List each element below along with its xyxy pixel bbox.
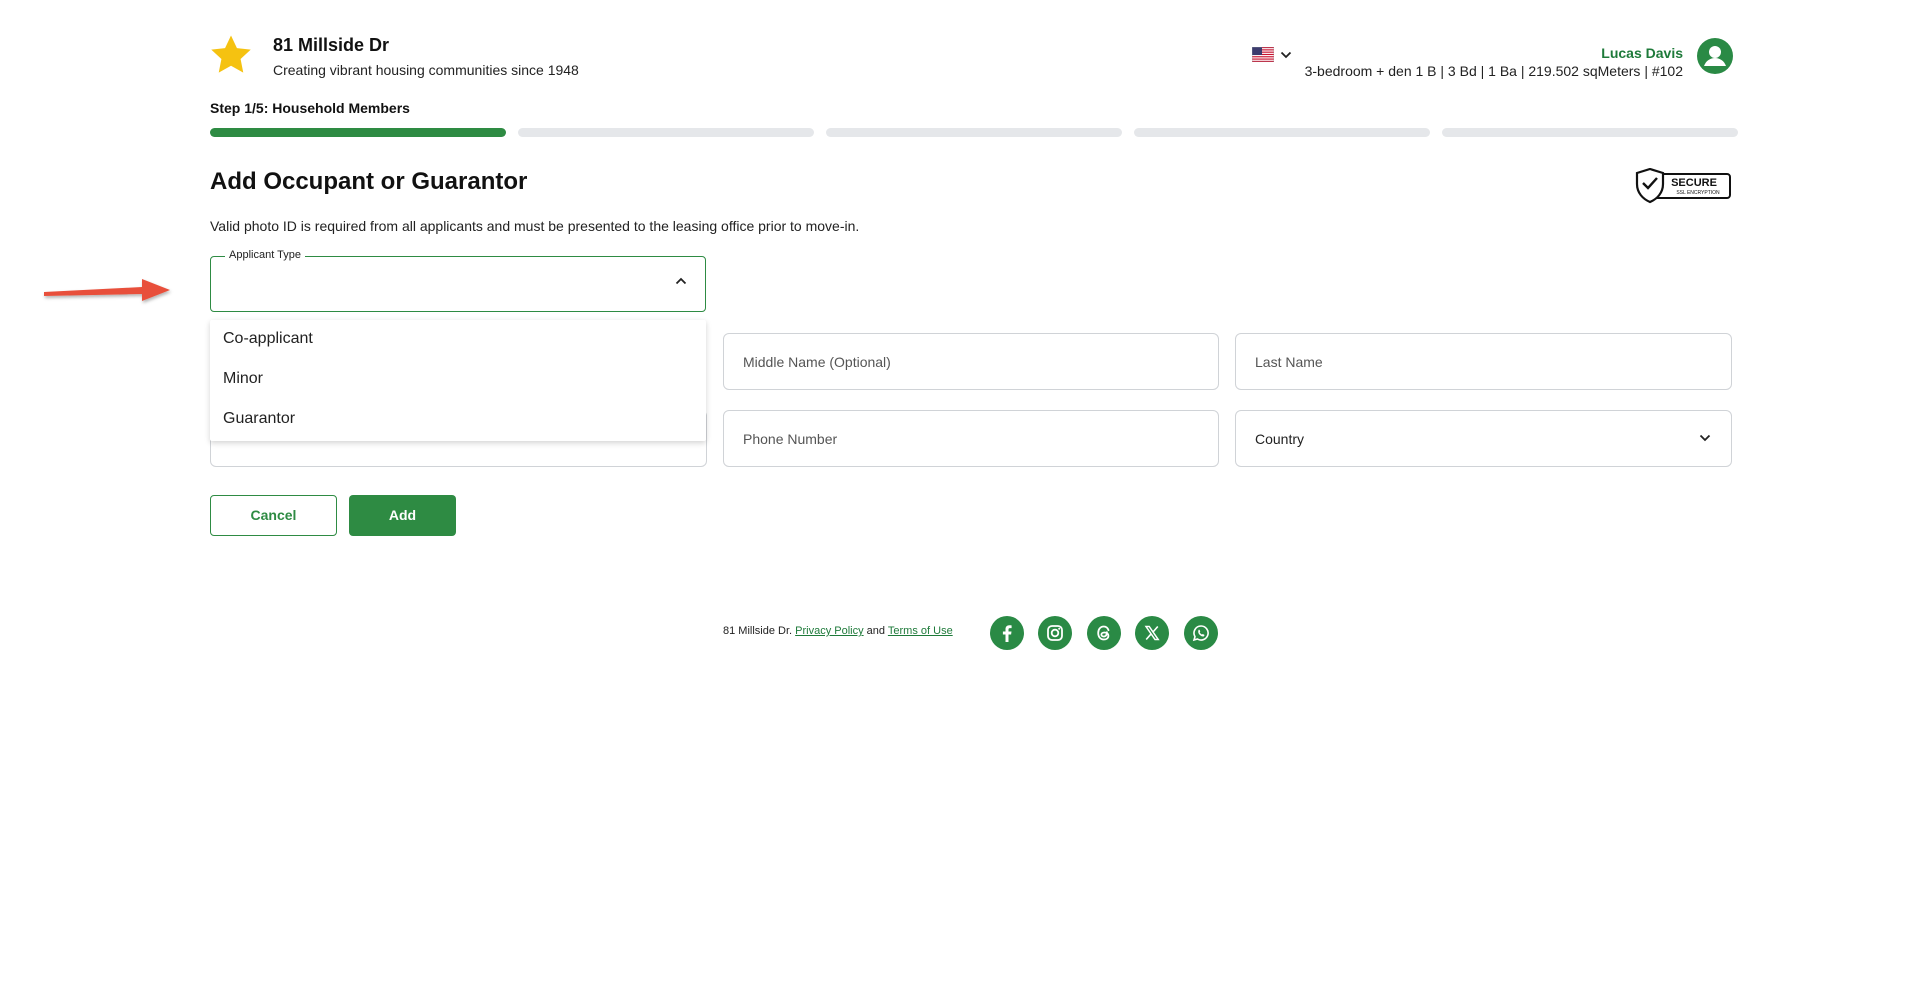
menu-item-minor[interactable]: Minor	[210, 360, 706, 400]
middle-name-input[interactable]: Middle Name (Optional)	[723, 333, 1219, 390]
page-title: Add Occupant or Guarantor	[210, 168, 528, 195]
secure-badge-subtext: SSL ENCRYPTION	[1676, 190, 1720, 196]
applicant-type-label: Applicant Type	[225, 249, 305, 261]
progress-segment-4	[1134, 128, 1430, 137]
instagram-link[interactable]	[1038, 616, 1072, 650]
applicant-type-select[interactable]: Applicant Type	[210, 249, 706, 312]
chevron-down-icon	[1280, 51, 1292, 58]
user-name[interactable]: Lucas Davis	[1601, 45, 1683, 61]
step-progress-bar	[210, 128, 1738, 137]
terms-of-use-link[interactable]: Terms of Use	[888, 625, 953, 637]
us-flag-icon	[1252, 47, 1274, 62]
threads-link[interactable]	[1087, 616, 1121, 650]
progress-segment-1	[210, 128, 506, 137]
chevron-up-icon	[675, 277, 687, 285]
last-name-placeholder: Last Name	[1255, 354, 1323, 370]
photo-id-notice: Valid photo ID is required from all appl…	[210, 218, 860, 234]
menu-item-guarantor[interactable]: Guarantor	[210, 400, 706, 440]
property-name: 81 Millside Dr	[273, 35, 390, 55]
progress-segment-2	[518, 128, 814, 137]
secure-badge-text: SECURE	[1671, 177, 1717, 189]
menu-item-label: Guarantor	[223, 410, 296, 427]
phone-number-input[interactable]: Phone Number	[723, 410, 1219, 467]
country-placeholder: Country	[1255, 431, 1305, 447]
progress-segment-5	[1442, 128, 1738, 137]
facebook-link[interactable]	[990, 616, 1024, 650]
step-label: Step 1/5: Household Members	[210, 100, 410, 116]
footer-links: 81 Millside Dr. Privacy Policy and Terms…	[723, 625, 953, 637]
progress-segment-3	[826, 128, 1122, 137]
privacy-policy-link[interactable]: Privacy Policy	[795, 625, 863, 637]
avatar[interactable]	[1697, 38, 1733, 74]
chevron-down-icon	[1699, 434, 1711, 442]
secure-ssl-badge: SECURE SSL ENCRYPTION	[1635, 168, 1731, 204]
user-avatar-icon	[1704, 46, 1726, 66]
middle-name-placeholder: Middle Name (Optional)	[743, 354, 891, 370]
x-icon	[1144, 625, 1160, 641]
add-button[interactable]: Add	[349, 495, 456, 536]
applicant-type-menu: Co-applicant Minor Guarantor	[210, 320, 706, 441]
menu-item-co-applicant[interactable]: Co-applicant	[210, 320, 706, 360]
facebook-icon	[1002, 625, 1012, 642]
whatsapp-icon	[1192, 625, 1209, 642]
language-selector[interactable]	[1252, 47, 1292, 62]
property-tagline: Creating vibrant housing communities sin…	[273, 62, 579, 78]
threads-icon	[1097, 625, 1110, 641]
menu-item-label: Minor	[223, 370, 264, 387]
cancel-button[interactable]: Cancel	[210, 495, 337, 536]
instagram-icon	[1047, 625, 1063, 641]
footer-address: 81 Millside Dr.	[723, 625, 793, 637]
annotation-arrow-icon	[44, 279, 170, 301]
footer-and: and	[866, 625, 886, 637]
last-name-input[interactable]: Last Name	[1235, 333, 1732, 390]
country-select[interactable]: Country	[1235, 410, 1732, 467]
whatsapp-link[interactable]	[1184, 616, 1218, 650]
x-link[interactable]	[1135, 616, 1169, 650]
star-logo-icon	[211, 35, 251, 73]
phone-placeholder: Phone Number	[743, 431, 838, 447]
unit-info: 3-bedroom + den 1 B | 3 Bd | 1 Ba | 219.…	[1304, 63, 1683, 79]
menu-item-label: Co-applicant	[223, 330, 313, 347]
